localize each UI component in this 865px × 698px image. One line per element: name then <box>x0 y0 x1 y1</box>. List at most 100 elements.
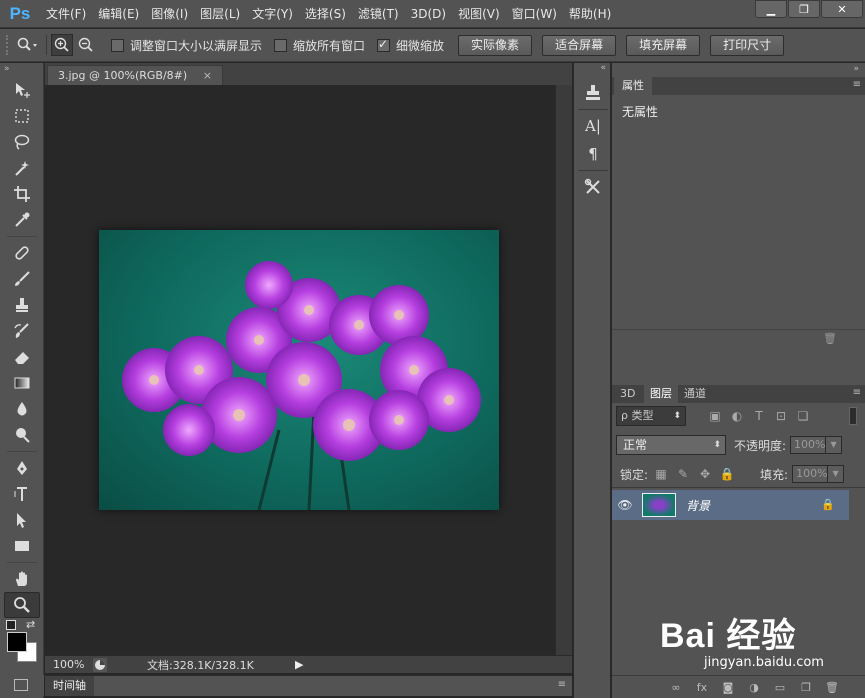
new-layer-icon[interactable]: ❐ <box>793 681 819 694</box>
new-group-icon[interactable]: ▭ <box>767 681 793 694</box>
tab-properties[interactable]: 属性 <box>614 77 652 95</box>
layer-style-icon[interactable]: fx <box>689 681 715 694</box>
fill-screen-button[interactable]: 填充屏幕 <box>626 34 701 56</box>
screen-mode-icon[interactable] <box>14 679 28 691</box>
marquee-tool[interactable] <box>4 103 40 129</box>
checkbox-box[interactable] <box>274 38 288 52</box>
scrubby-zoom-checkbox[interactable]: 细微缩放 <box>377 37 444 54</box>
eye-icon[interactable]: 👁 <box>612 498 638 512</box>
zoom-all-windows-checkbox[interactable]: 缩放所有窗口 <box>274 37 365 54</box>
smart-object-filter-icon[interactable]: ❏ <box>792 409 814 423</box>
hand-tool[interactable] <box>4 566 40 592</box>
zoom-tool[interactable] <box>4 592 40 618</box>
status-menu-arrow-icon[interactable]: ▶ <box>295 658 303 671</box>
opacity-dropdown-icon[interactable]: ▼ <box>826 436 843 454</box>
canvas-area[interactable] <box>45 85 555 655</box>
foreground-color-swatch[interactable] <box>7 632 27 652</box>
resize-windows-checkbox[interactable]: 调整窗口大小以满屏显示 <box>111 37 262 54</box>
character-panel-button[interactable]: A| <box>578 114 608 138</box>
menu-image[interactable]: 图像(I) <box>145 0 194 28</box>
menu-layer[interactable]: 图层(L) <box>194 0 246 28</box>
lock-transparent-icon[interactable]: ▦ <box>650 467 672 481</box>
lock-position-icon[interactable]: ✥ <box>694 467 716 481</box>
type-filter-icon[interactable]: T <box>748 409 770 423</box>
menu-select[interactable]: 选择(S) <box>299 0 352 28</box>
layers-menu-icon[interactable]: ≡ <box>853 387 861 398</box>
healing-brush-tool[interactable] <box>4 240 40 266</box>
blend-mode-select[interactable]: 正常 ⬍ <box>616 435 726 455</box>
menu-filter[interactable]: 滤镜(T) <box>352 0 405 28</box>
trash-icon[interactable]: 🗑 <box>823 332 837 345</box>
dodge-tool[interactable] <box>4 422 40 448</box>
fit-screen-button[interactable]: 适合屏幕 <box>542 34 617 56</box>
close-button[interactable]: ✕ <box>821 0 863 18</box>
checkbox-box[interactable] <box>377 37 391 52</box>
close-tab-icon[interactable]: × <box>203 69 212 82</box>
pixel-filter-icon[interactable]: ▣ <box>704 409 726 423</box>
color-swatches[interactable]: ⇄ <box>0 618 44 664</box>
eyedropper-tool[interactable] <box>4 207 40 233</box>
adjustment-filter-icon[interactable]: ◐ <box>726 409 748 423</box>
fill-dropdown-icon[interactable]: ▼ <box>828 465 845 483</box>
fill-field[interactable]: 100% <box>792 465 829 483</box>
tab-layers[interactable]: 图层 <box>644 385 678 403</box>
shape-filter-icon[interactable]: ⊡ <box>770 409 792 423</box>
dock-collapse-icon[interactable]: « <box>574 63 610 77</box>
tool-presets-button[interactable] <box>578 175 608 199</box>
menu-file[interactable]: 文件(F) <box>40 0 92 28</box>
clone-source-button[interactable] <box>578 81 608 105</box>
move-tool[interactable] <box>4 77 40 103</box>
document-tab[interactable]: 3.jpg @ 100%(RGB/8#) × <box>47 65 223 85</box>
properties-menu-icon[interactable]: ≡ <box>853 79 861 90</box>
rectangle-tool[interactable] <box>4 533 40 559</box>
clone-stamp-tool[interactable] <box>4 292 40 318</box>
opacity-field[interactable]: 100% <box>790 436 827 454</box>
delete-layer-icon[interactable]: 🗑 <box>819 681 845 694</box>
blur-tool[interactable] <box>4 396 40 422</box>
paragraph-panel-button[interactable]: ¶ <box>578 142 608 166</box>
timeline-menu-icon[interactable]: ≡ <box>558 679 566 690</box>
menu-3d[interactable]: 3D(D) <box>405 0 452 28</box>
zoom-out-button[interactable] <box>75 34 97 56</box>
zoom-tool-preset[interactable] <box>12 33 42 57</box>
magic-wand-tool[interactable] <box>4 155 40 181</box>
document-profile-icon[interactable] <box>93 657 107 672</box>
menu-type[interactable]: 文字(Y) <box>246 0 299 28</box>
tab-3d[interactable]: 3D <box>614 385 641 403</box>
filter-toggle-switch[interactable] <box>849 407 857 425</box>
tab-channels[interactable]: 通道 <box>678 385 712 403</box>
menu-help[interactable]: 帮助(H) <box>563 0 617 28</box>
toolbox-collapse-icon[interactable]: » <box>0 63 43 77</box>
lasso-tool[interactable] <box>4 129 40 155</box>
vertical-scrollbar[interactable] <box>555 85 572 655</box>
link-layers-icon[interactable]: ∞ <box>663 681 689 694</box>
eraser-tool[interactable] <box>4 344 40 370</box>
zoom-in-button[interactable] <box>51 34 73 56</box>
history-brush-tool[interactable] <box>4 318 40 344</box>
restore-button[interactable]: ❐ <box>788 0 820 18</box>
lock-image-icon[interactable]: ✎ <box>672 467 694 481</box>
actual-pixels-button[interactable]: 实际像素 <box>458 34 533 56</box>
menu-edit[interactable]: 编辑(E) <box>92 0 145 28</box>
timeline-tab[interactable]: 时间轴 <box>45 676 94 696</box>
layer-row-background[interactable]: 👁 背景 🔒 <box>612 490 849 520</box>
gradient-tool[interactable] <box>4 370 40 396</box>
path-selection-tool[interactable] <box>4 507 40 533</box>
panel-collapse-icon[interactable]: » <box>612 63 865 77</box>
zoom-level[interactable]: 100% <box>45 658 93 671</box>
crop-tool[interactable] <box>4 181 40 207</box>
add-mask-icon[interactable]: ◙ <box>715 681 741 694</box>
brush-tool[interactable] <box>4 266 40 292</box>
type-tool[interactable] <box>4 481 40 507</box>
document-image[interactable] <box>99 230 499 510</box>
layer-name[interactable]: 背景 <box>686 497 710 514</box>
menu-view[interactable]: 视图(V) <box>452 0 506 28</box>
default-colors-icon[interactable] <box>6 620 16 630</box>
lock-all-icon[interactable]: 🔒 <box>716 467 738 481</box>
pen-tool[interactable] <box>4 455 40 481</box>
menu-window[interactable]: 窗口(W) <box>506 0 563 28</box>
checkbox-box[interactable] <box>111 38 124 52</box>
minimize-button[interactable]: ▁ <box>755 0 787 18</box>
swap-colors-icon[interactable]: ⇄ <box>26 618 35 631</box>
print-size-button[interactable]: 打印尺寸 <box>710 34 785 56</box>
